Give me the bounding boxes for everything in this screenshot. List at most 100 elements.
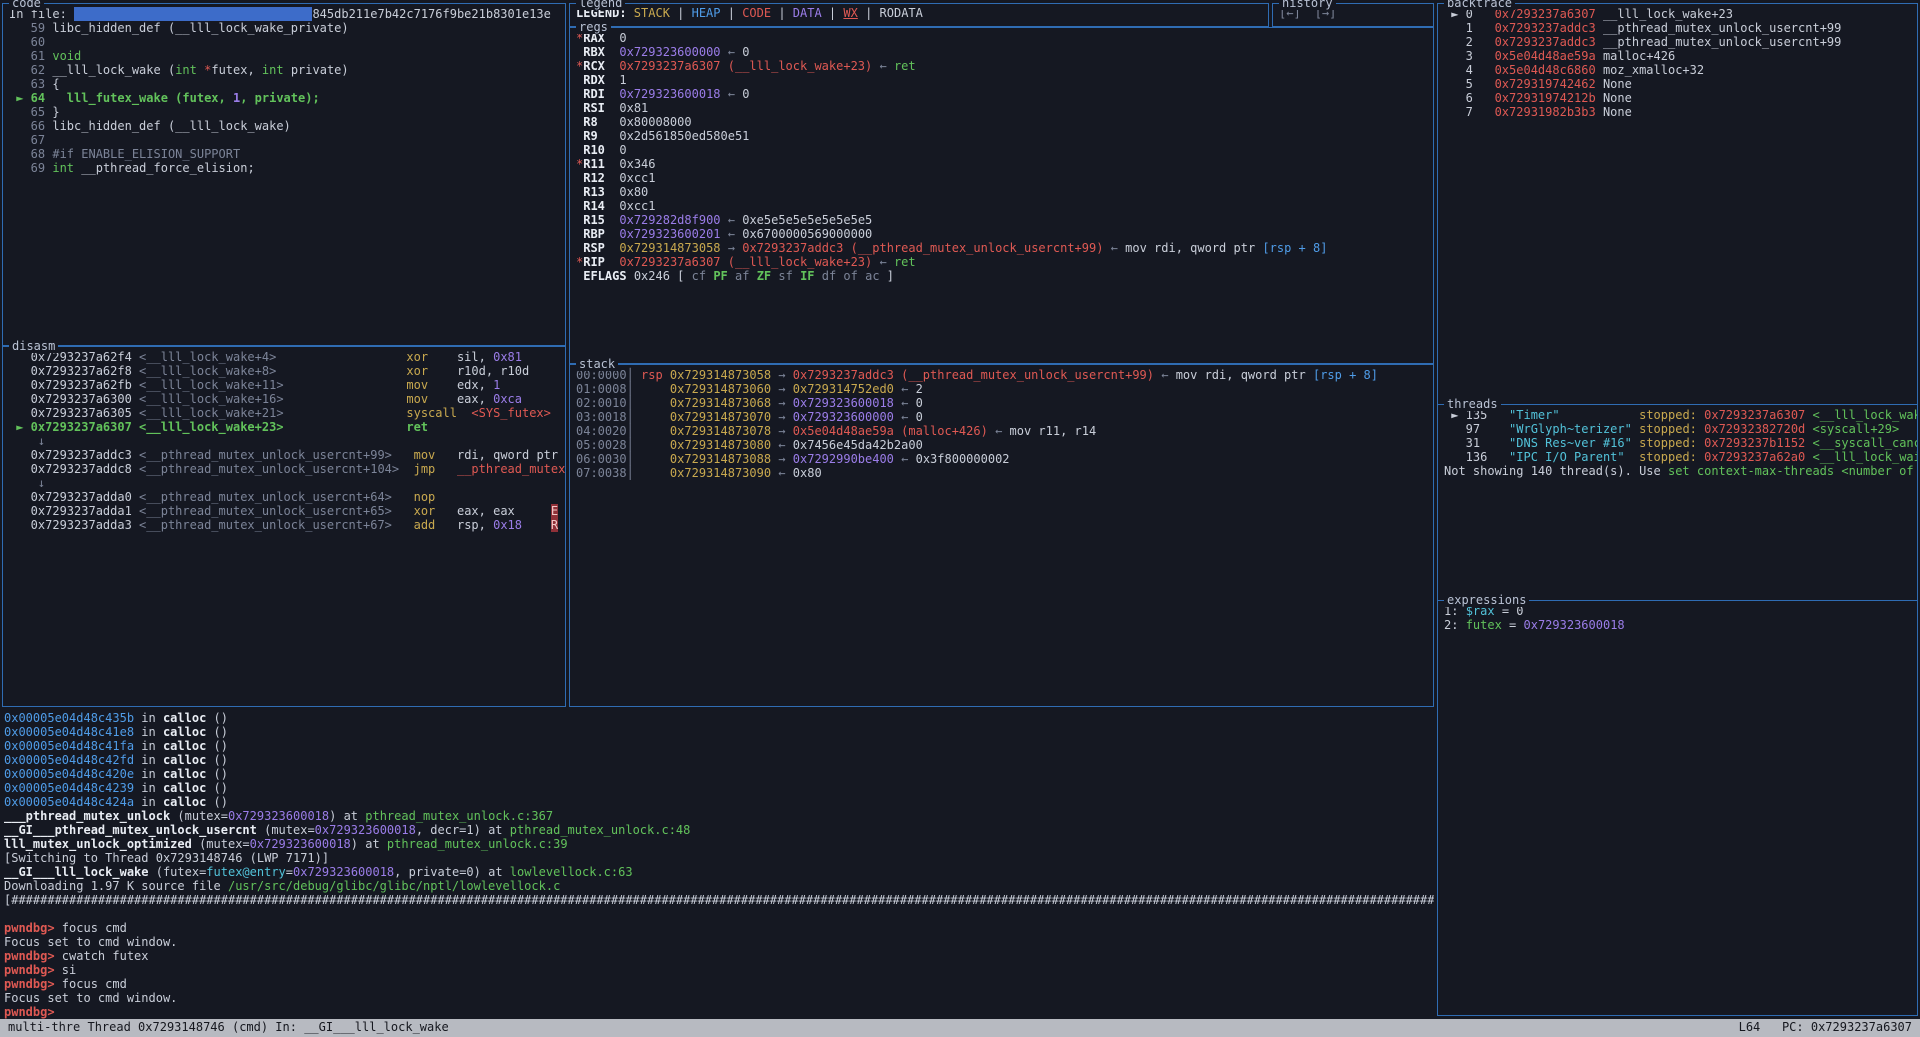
terminal-line: 06:0030│ 0x729314873088 → 0x7292990be400…	[576, 452, 1427, 466]
terminal-line: lll_mutex_unlock_optimized (mutex=0x7293…	[4, 837, 1434, 851]
terminal-line: 04:0020│ 0x729314873078 → 0x5e04d48ae59a…	[576, 424, 1427, 438]
history-panel-title: history	[1279, 0, 1336, 10]
terminal-line: 66 libc_hidden_def (__lll_lock_wake)	[9, 119, 559, 133]
stack-panel: stack 00:0000│ rsp 0x729314873058 → 0x72…	[569, 364, 1434, 707]
terminal-line: R10 0	[576, 143, 1427, 157]
terminal-line: pwndbg> si	[4, 963, 1434, 977]
stack-panel-title: stack	[576, 357, 618, 371]
terminal-line: 136 "IPC I/O Parent" stopped: 0x7293237a…	[1444, 450, 1911, 464]
terminal-line: 1 0x7293237addc3 __pthread_mutex_unlock_…	[1444, 21, 1911, 35]
terminal-line: 65 }	[9, 105, 559, 119]
terminal-line: 0x7293237a62fb <__lll_lock_wake+11> mov …	[9, 378, 559, 392]
legend-line: LEGEND: STACK | HEAP | CODE | DATA | WX …	[570, 4, 1268, 26]
terminal-line: 0x7293237adda1 <__pthread_mutex_unlock_u…	[9, 504, 559, 518]
terminal-line: 01:0008│ 0x729314873060 → 0x729314752ed0…	[576, 382, 1427, 396]
terminal-line: 0x00005e04d48c41e8 in calloc ()	[4, 725, 1434, 739]
terminal-line: __GI___pthread_mutex_unlock_usercnt (mut…	[4, 823, 1434, 837]
terminal-line: __GI___lll_lock_wake (futex=futex@entry=…	[4, 865, 1434, 879]
status-bar: multi-thre Thread 0x7293148746 (cmd) In:…	[0, 1019, 1920, 1037]
terminal-line: 0x7293237addc3 <__pthread_mutex_unlock_u…	[9, 448, 559, 462]
terminal-line: 7 0x72931982b3b3 None	[1444, 105, 1911, 119]
terminal-line: 0x00005e04d48c424a in calloc ()	[4, 795, 1434, 809]
terminal-line: 61 void	[9, 49, 559, 63]
terminal-line: 97 "WrGlyph~terizer" stopped: 0x72932382…	[1444, 422, 1911, 436]
terminal-line: *RIP 0x7293237a6307 (__lll_lock_wake+23)…	[576, 255, 1427, 269]
terminal-line: ___pthread_mutex_unlock (mutex=0x7293236…	[4, 809, 1434, 823]
terminal-line	[4, 907, 1434, 921]
terminal-line: 0x7293237adda3 <__pthread_mutex_unlock_u…	[9, 518, 559, 532]
terminal-line: *RCX 0x7293237a6307 (__lll_lock_wake+23)…	[576, 59, 1427, 73]
terminal-line: 0x7293237adda0 <__pthread_mutex_unlock_u…	[9, 490, 559, 504]
terminal-line: RDI 0x729323600018 ← 0	[576, 87, 1427, 101]
terminal-line: 07:0038│ 0x729314873090 ← 0x80	[576, 466, 1427, 480]
command-console[interactable]: 0x00005e04d48c435b in calloc ()0x00005e0…	[4, 711, 1434, 1019]
terminal-line: ↓	[9, 434, 559, 448]
status-bar-left: multi-thre Thread 0x7293148746 (cmd) In:…	[8, 1020, 449, 1036]
terminal-line: 68 #if ENABLE_ELISION_SUPPORT	[9, 147, 559, 161]
expressions-panel: expressions 1: $rax = 02: futex = 0x7293…	[1437, 600, 1918, 1016]
terminal-line: EFLAGS 0x246 [ cf PF af ZF sf IF df of a…	[576, 269, 1427, 283]
terminal-line: R12 0xcc1	[576, 171, 1427, 185]
terminal-line: R8 0x80008000	[576, 115, 1427, 129]
backtrace-lines: ► 0 0x7293237a6307 __lll_lock_wake+23 1 …	[1438, 4, 1917, 404]
terminal-line: Not showing 140 thread(s). Use set conte…	[1444, 464, 1911, 478]
terminal-line: 60	[9, 35, 559, 49]
terminal-line: R15 0x729282d8f900 ← 0xe5e5e5e5e5e5e5e5	[576, 213, 1427, 227]
source-code-panel-title: code	[9, 0, 44, 10]
status-bar-right: L64 PC: 0x7293237a6307	[1739, 1020, 1912, 1036]
registers-panel-title: regs	[576, 20, 611, 34]
terminal-line: *R11 0x346	[576, 157, 1427, 171]
terminal-line: *RAX 0	[576, 31, 1427, 45]
expressions-panel-title: expressions	[1444, 593, 1529, 607]
terminal-line: ↓	[9, 476, 559, 490]
registers-lines: *RAX 0 RBX 0x729323600000 ← 0*RCX 0x7293…	[570, 28, 1433, 363]
terminal-line: 69 int __pthread_force_elision;	[9, 161, 559, 175]
threads-lines: ► 135 "Timer" stopped: 0x7293237a6307 <_…	[1438, 405, 1917, 600]
backtrace-panel-title: backtrace	[1444, 0, 1515, 10]
terminal-line: 05:0028│ 0x729314873080 ← 0x7456e45da42b…	[576, 438, 1427, 452]
terminal-line: RDX 1	[576, 73, 1427, 87]
source-code-lines: In file: 845db211e7b42c7176f9be21b8301e1…	[3, 4, 565, 345]
terminal-line: RBP 0x729323600201 ← 0x6700000569000000	[576, 227, 1427, 241]
terminal-line: R13 0x80	[576, 185, 1427, 199]
terminal-line: pwndbg> cwatch futex	[4, 949, 1434, 963]
terminal-line: 63 {	[9, 77, 559, 91]
terminal-line: R9 0x2d561850ed580e51	[576, 129, 1427, 143]
terminal-line: 0x00005e04d48c435b in calloc ()	[4, 711, 1434, 725]
terminal-line: RSP 0x729314873058 → 0x7293237addc3 (__p…	[576, 241, 1427, 255]
terminal-line: ► 135 "Timer" stopped: 0x7293237a6307 <_…	[1444, 408, 1911, 422]
terminal-line: 2: futex = 0x729323600018	[1444, 618, 1911, 632]
legend-panel: legend LEGEND: STACK | HEAP | CODE | DAT…	[569, 3, 1269, 27]
registers-panel: regs *RAX 0 RBX 0x729323600000 ← 0*RCX 0…	[569, 27, 1434, 364]
terminal-line: [Switching to Thread 0x7293148746 (LWP 7…	[4, 851, 1434, 865]
disassembly-panel-title: disasm	[9, 339, 58, 353]
expressions-lines: 1: $rax = 02: futex = 0x729323600018	[1438, 601, 1917, 1015]
terminal-line: ► 64 lll_futex_wake (futex, 1, private);	[9, 91, 559, 105]
terminal-line: pwndbg>	[4, 1005, 1434, 1019]
disassembly-lines: 0x7293237a62f4 <__lll_lock_wake+4> xor s…	[3, 347, 565, 706]
terminal-line: 2 0x7293237addc3 __pthread_mutex_unlock_…	[1444, 35, 1911, 49]
terminal-line: 03:0018│ 0x729314873070 → 0x729323600000…	[576, 410, 1427, 424]
source-code-panel: code In file: 845db211e7b42c7176f9be21b8…	[2, 3, 566, 346]
terminal-line: LEGEND: STACK | HEAP | CODE | DATA | WX …	[576, 6, 1262, 20]
disassembly-panel: disasm 0x7293237a62f4 <__lll_lock_wake+4…	[2, 346, 566, 707]
terminal-line: 0x00005e04d48c41fa in calloc ()	[4, 739, 1434, 753]
terminal-line: 67	[9, 133, 559, 147]
threads-panel: threads ► 135 "Timer" stopped: 0x7293237…	[1437, 404, 1918, 601]
legend-panel-title: legend	[576, 0, 625, 10]
terminal-line: Focus set to cmd window.	[4, 991, 1434, 1005]
terminal-line: 3 0x5e04d48ae59a malloc+426	[1444, 49, 1911, 63]
terminal-line: ► 0x7293237a6307 <__lll_lock_wake+23> re…	[9, 420, 559, 434]
terminal-line: 62 __lll_lock_wake (int *futex, int priv…	[9, 63, 559, 77]
terminal-line: 0x7293237a62f4 <__lll_lock_wake+4> xor s…	[9, 350, 559, 364]
stack-lines: 00:0000│ rsp 0x729314873058 → 0x7293237a…	[570, 365, 1433, 706]
terminal-line: In file: 845db211e7b42c7176f9be21b8301e1…	[9, 7, 559, 21]
terminal-line: RBX 0x729323600000 ← 0	[576, 45, 1427, 59]
terminal-line: 02:0010│ 0x729314873068 → 0x729323600018…	[576, 396, 1427, 410]
threads-panel-title: threads	[1444, 397, 1501, 411]
terminal-line: 0x00005e04d48c420e in calloc ()	[4, 767, 1434, 781]
terminal-line: Downloading 1.97 K source file /usr/src/…	[4, 879, 1434, 893]
terminal-line: Focus set to cmd window.	[4, 935, 1434, 949]
terminal-line: 6 0x72931974212b None	[1444, 91, 1911, 105]
backtrace-panel: backtrace ► 0 0x7293237a6307 __lll_lock_…	[1437, 3, 1918, 405]
